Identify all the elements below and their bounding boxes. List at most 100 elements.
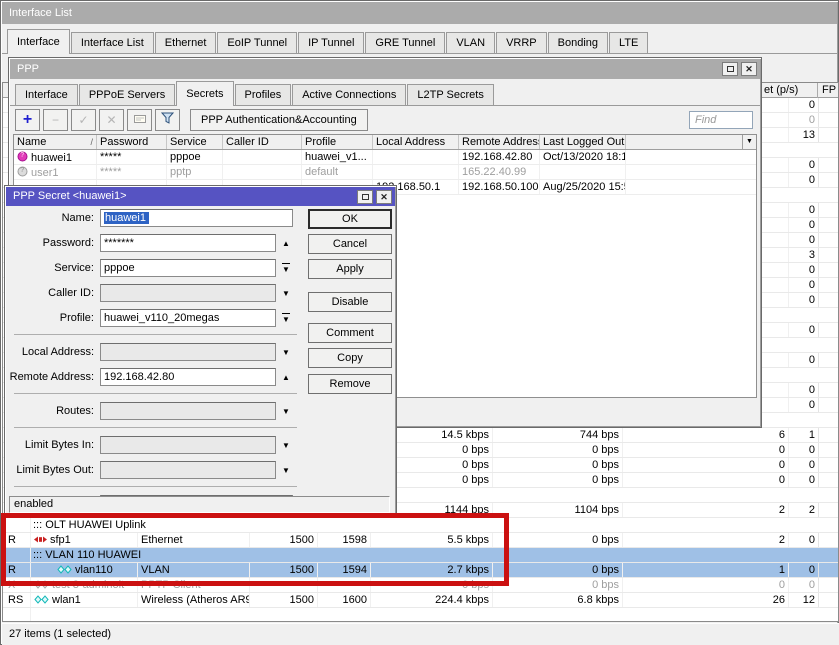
dialog-maximize-button[interactable] <box>357 190 373 204</box>
interface-comment-row[interactable]: ::: VLAN 110 HUAWEI <box>3 548 838 563</box>
cell-rxp: 0 <box>789 98 819 112</box>
interface-comment-row[interactable] <box>3 608 838 622</box>
dropdown-icon[interactable]: ▼ <box>276 441 296 450</box>
column-header-name[interactable]: Name/ <box>14 135 97 149</box>
spinner-up-icon[interactable]: ▲ <box>276 373 296 382</box>
ok-button[interactable]: OK <box>308 209 392 229</box>
dialog-titlebar[interactable]: PPP Secret <huawei1> ✕ <box>6 187 395 206</box>
cell-fp-tx <box>819 233 838 247</box>
dialog-close-button[interactable]: ✕ <box>376 190 392 204</box>
ppp-secret-row-huawei1[interactable]: ?huawei1*****pppoehuawei_v1...192.168.42… <box>14 150 756 165</box>
cell-rxp: 0 <box>789 278 819 292</box>
toolbar-check-button[interactable]: ✓ <box>71 109 96 131</box>
field-separator <box>14 334 297 335</box>
field-separator <box>14 393 297 394</box>
dropdown-load-icon[interactable]: ▼ <box>276 263 296 274</box>
ppp-tab-profiles[interactable]: Profiles <box>235 84 292 105</box>
field-input-service[interactable]: pppoe <box>100 259 276 277</box>
ppp-tab-interface[interactable]: Interface <box>15 84 78 105</box>
cell-txp: 0 <box>623 473 789 487</box>
column-select-dropdown-icon[interactable]: ▼ <box>742 135 756 149</box>
ppp-close-button[interactable]: ✕ <box>741 62 757 76</box>
ppp-tab-pppoe-servers[interactable]: PPPoE Servers <box>79 84 175 105</box>
field-input-profile[interactable]: huawei_v110_20megas <box>100 309 276 327</box>
interface-list-tab-interface-list[interactable]: Interface List <box>71 32 154 53</box>
ppp-tab-active-connections[interactable]: Active Connections <box>292 84 406 105</box>
interface-list-tab-ethernet[interactable]: Ethernet <box>155 32 217 53</box>
comment-button[interactable]: Comment <box>308 323 392 343</box>
dropdown-icon[interactable]: ▼ <box>276 407 296 416</box>
dropdown-load-icon[interactable]: ▼ <box>276 313 296 324</box>
field-input-limit-bytes-in[interactable] <box>100 436 276 454</box>
cancel-button[interactable]: Cancel <box>308 234 392 254</box>
interface-list-title: Interface List <box>9 7 72 19</box>
cell-caller-id <box>223 150 302 164</box>
interface-list-tab-vlan[interactable]: VLAN <box>446 32 495 53</box>
column-header-fp-tx-partial[interactable]: FP T <box>822 83 839 97</box>
cell-rxp: 0 <box>789 383 819 397</box>
ppp-secret-disabled-icon: ? <box>17 165 28 179</box>
plus-icon: + <box>23 112 32 128</box>
interface-row-test-3-adminolt[interactable]: Xtest 3-adminoltPPTP Client0 bps0 bps00 <box>3 578 838 593</box>
maximize-icon <box>727 66 734 72</box>
toolbar-plus-button[interactable]: + <box>15 109 40 131</box>
cell-txp: 26 <box>623 593 789 607</box>
spinner-up-icon[interactable]: ▲ <box>276 239 296 248</box>
column-header-password[interactable]: Password <box>97 135 167 149</box>
toolbar-minus-button[interactable]: − <box>43 109 68 131</box>
cell-type: PPTP Client <box>138 578 250 592</box>
interface-list-tab-vrrp[interactable]: VRRP <box>496 32 547 53</box>
interface-list-tab-gre-tunnel[interactable]: GRE Tunnel <box>365 32 445 53</box>
disable-button[interactable]: Disable <box>308 292 392 312</box>
apply-button[interactable]: Apply <box>308 259 392 279</box>
interface-row-wlan1[interactable]: RSwlan1Wireless (Atheros AR9...150016002… <box>3 593 838 608</box>
field-label: Local Address: <box>6 346 94 358</box>
toolbar-filter-button[interactable] <box>155 109 180 131</box>
field-input-limit-bytes-out[interactable] <box>100 461 276 479</box>
remove-button[interactable]: Remove <box>308 374 392 394</box>
interface-row-sfp1[interactable]: Rsfp1Ethernet150015985.5 kbps0 bps20 <box>3 533 838 548</box>
field-row-limit-bytes-in: Limit Bytes In:▼ <box>6 436 306 454</box>
ppp-tab-secrets[interactable]: Secrets <box>176 81 233 106</box>
column-header-profile[interactable]: Profile <box>302 135 373 149</box>
interface-list-tab-ip-tunnel[interactable]: IP Tunnel <box>298 32 364 53</box>
cell-rxp: 12 <box>789 593 819 607</box>
cell-mtu: 1500 <box>250 563 318 577</box>
toolbar-cross-button[interactable]: ✕ <box>99 109 124 131</box>
copy-button[interactable]: Copy <box>308 348 392 368</box>
field-label: Routes: <box>6 405 94 417</box>
column-header-local-address[interactable]: Local Address <box>373 135 459 149</box>
field-input-local-address[interactable] <box>100 343 276 361</box>
column-header-last-logged-out[interactable]: Last Logged Out <box>540 135 626 149</box>
field-input-name[interactable]: huawei1 <box>100 209 293 227</box>
interface-list-tab-eoip-tunnel[interactable]: EoIP Tunnel <box>217 32 297 53</box>
find-input[interactable] <box>689 111 753 129</box>
field-input-caller-id[interactable] <box>100 284 276 302</box>
interface-list-tab-interface[interactable]: Interface <box>7 29 70 54</box>
ppp-tab-l2tp-secrets[interactable]: L2TP Secrets <box>407 84 493 105</box>
column-header-service[interactable]: Service <box>167 135 223 149</box>
toolbar-comment-button[interactable] <box>127 109 152 131</box>
ppp-maximize-button[interactable] <box>722 62 738 76</box>
field-input-routes[interactable] <box>100 402 276 420</box>
field-input-password[interactable]: ******* <box>100 234 276 252</box>
column-header-rx-packet-partial[interactable]: et (p/s) <box>764 83 798 97</box>
interface-row-vlan110[interactable]: Rvlan110VLAN150015942.7 kbps0 bps10 <box>3 563 838 578</box>
column-header-remote-address[interactable]: Remote Address <box>459 135 540 149</box>
field-input-remote-address[interactable]: 192.168.42.80 <box>100 368 276 386</box>
interface-list-tab-lte[interactable]: LTE <box>609 32 648 53</box>
column-header-caller-id[interactable]: Caller ID <box>223 135 302 149</box>
cell-rx: 0 bps <box>493 473 623 487</box>
dropdown-icon[interactable]: ▼ <box>276 348 296 357</box>
dropdown-icon[interactable]: ▼ <box>276 289 296 298</box>
interface-list-titlebar[interactable]: Interface List <box>2 2 837 24</box>
ppp-titlebar[interactable]: PPP ✕ <box>10 59 760 79</box>
cell-txp: 0 <box>623 578 789 592</box>
ppp-secret-row-user1[interactable]: ?user1*****pptpdefault165.22.40.99 <box>14 165 756 180</box>
interface-list-tab-bonding[interactable]: Bonding <box>548 32 608 53</box>
dropdown-icon[interactable]: ▼ <box>276 466 296 475</box>
cell-txp: 1 <box>623 563 789 577</box>
interface-comment-row[interactable]: ::: OLT HUAWEI Uplink <box>3 518 838 533</box>
cell-spacer <box>626 150 756 164</box>
ppp-auth-accounting-button[interactable]: PPP Authentication&Accounting <box>190 109 368 131</box>
